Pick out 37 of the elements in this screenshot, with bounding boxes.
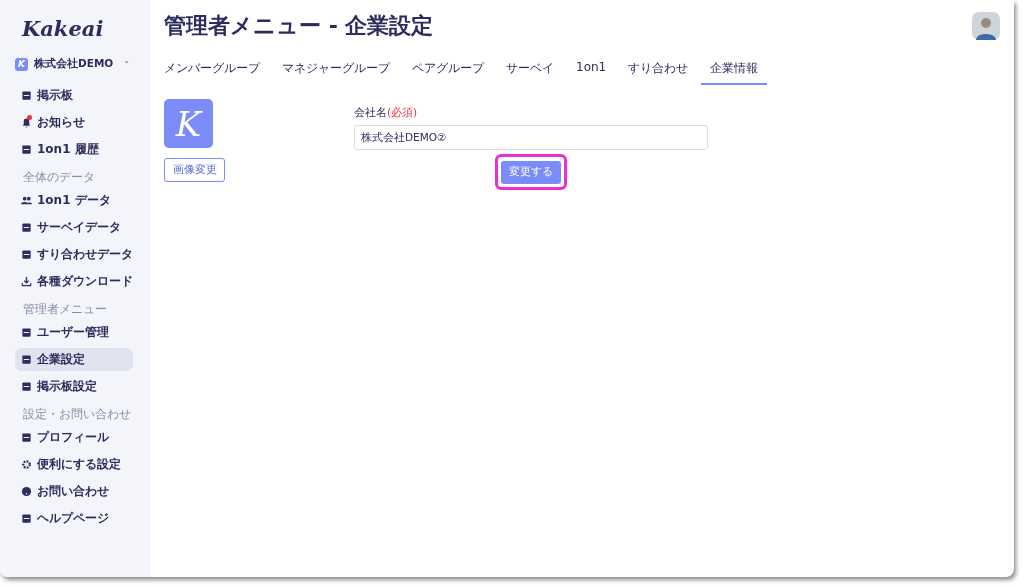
tab[interactable]: すり合わせ bbox=[619, 52, 698, 85]
download-icon bbox=[21, 276, 32, 287]
company-logo: K bbox=[164, 99, 213, 148]
section-heading: 設定・お問い合わせ bbox=[23, 406, 132, 423]
tab[interactable]: マネジャーグループ bbox=[273, 52, 399, 85]
section-heading: 全体のデータ bbox=[23, 169, 96, 186]
tab[interactable]: メンバーグループ bbox=[164, 52, 269, 85]
sidebar-item[interactable]: 便利にする設定 bbox=[15, 453, 133, 476]
sidebar-item[interactable]: すり合わせデータ bbox=[15, 243, 133, 266]
sidebar-item[interactable]: 掲示板設定 bbox=[15, 375, 133, 398]
sidebar-item[interactable]: 企業設定 bbox=[15, 348, 133, 371]
people-icon bbox=[21, 195, 32, 206]
sidebar-item[interactable]: 各種ダウンロード bbox=[15, 270, 133, 293]
field-label: 会社名(必須) bbox=[354, 106, 418, 120]
company-name-field[interactable]: 株式会社DEMO② bbox=[354, 125, 708, 150]
tab[interactable]: 1on1 bbox=[567, 52, 616, 85]
sidebar-item[interactable]: サーベイデータ bbox=[15, 216, 133, 239]
change-image-button[interactable]: 画像変更 bbox=[164, 158, 225, 182]
bell-icon bbox=[21, 117, 32, 128]
tab[interactable]: ペアグループ bbox=[403, 52, 493, 85]
avatar[interactable] bbox=[972, 12, 1000, 40]
company-switcher[interactable]: K 株式会社DEMO ⌃ bbox=[15, 57, 130, 71]
board-icon bbox=[21, 90, 32, 101]
sidebar-item[interactable]: お知らせ bbox=[15, 111, 133, 134]
page-title: 管理者メニュー - 企業設定 bbox=[164, 12, 434, 40]
sidebar-item[interactable]: プロフィール bbox=[15, 426, 133, 449]
sidebar-item[interactable]: 1on1 履歴 bbox=[15, 138, 133, 161]
sidebar-item[interactable]: ヘルプページ bbox=[15, 507, 133, 530]
logo: Kakeai bbox=[22, 16, 105, 42]
sidebar-item[interactable]: 掲示板 bbox=[15, 84, 133, 107]
sidebar-item[interactable]: 1on1 データ bbox=[15, 189, 133, 212]
help-icon bbox=[21, 486, 32, 497]
sidebar-item[interactable]: ユーザー管理 bbox=[15, 321, 133, 344]
section-heading: 管理者メニュー bbox=[23, 301, 108, 318]
tab[interactable]: 企業情報 bbox=[701, 52, 768, 85]
tab[interactable]: サーベイ bbox=[497, 52, 563, 85]
sidebar-item[interactable]: お問い合わせ bbox=[15, 480, 133, 503]
